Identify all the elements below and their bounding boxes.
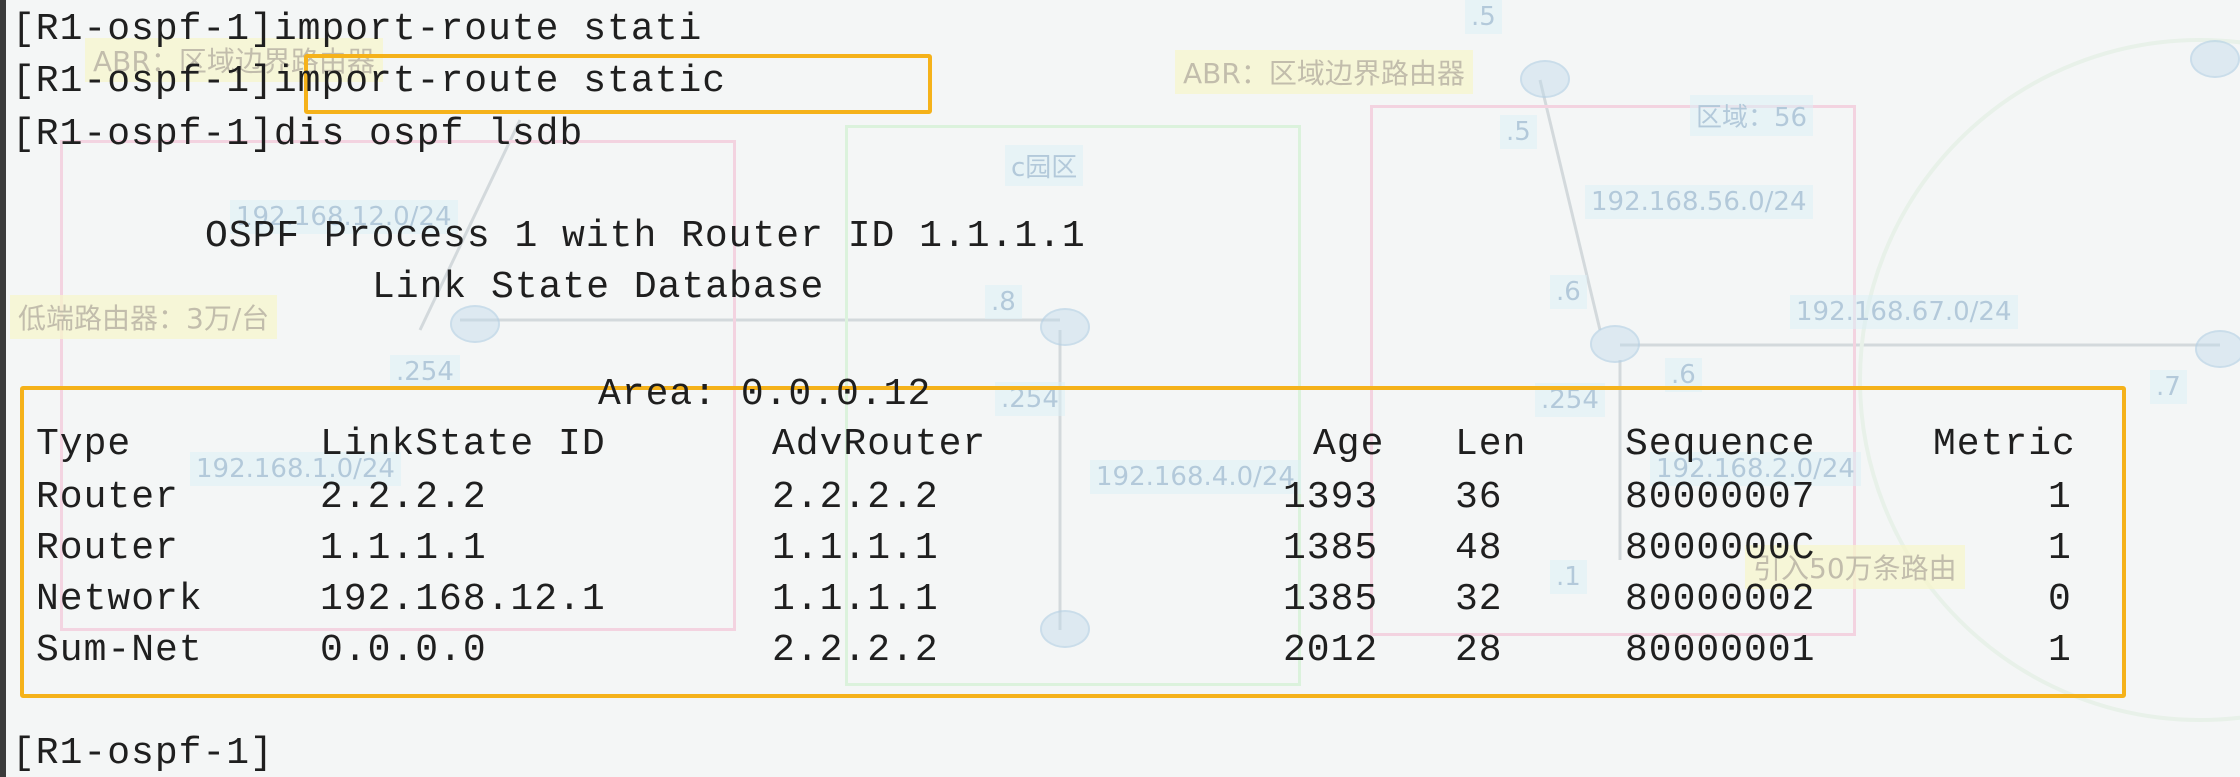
col-header-metric: Metric	[1933, 423, 2076, 466]
lsdb-cell: 192.168.12.1	[320, 578, 606, 621]
lsdb-cell: 1.1.1.1	[772, 578, 939, 621]
lsdb-cell: 32	[1455, 578, 1503, 621]
terminal-output[interactable]: [R1-ospf-1]import-route stati [R1-ospf-1…	[0, 0, 2240, 777]
col-header-sequence: Sequence	[1625, 423, 1816, 466]
lsdb-cell: 80000002	[1625, 578, 1816, 621]
col-header-age: Age	[1313, 423, 1385, 466]
ospf-process-heading: OSPF Process 1 with Router ID 1.1.1.1	[205, 215, 1086, 258]
lsdb-cell: Router	[36, 476, 179, 519]
lsdb-cell: 1385	[1283, 527, 1379, 570]
col-header-advrouter: AdvRouter	[772, 423, 987, 466]
lsdb-cell: Sum-Net	[36, 629, 203, 672]
command-line: [R1-ospf-1]import-route stati	[12, 8, 703, 51]
lsdb-cell: Network	[36, 578, 203, 621]
command-line: [R1-ospf-1]dis ospf lsdb	[12, 113, 584, 156]
lsdb-cell: 8000000C	[1625, 527, 1816, 570]
lsdb-cell: 80000007	[1625, 476, 1816, 519]
col-header-linkstate-id: LinkState ID	[320, 423, 606, 466]
lsdb-cell: 1.1.1.1	[772, 527, 939, 570]
lsdb-cell: 2.2.2.2	[320, 476, 487, 519]
area-heading: Area: 0.0.0.12	[598, 373, 932, 416]
lsdb-cell: 1	[2048, 629, 2072, 672]
lsdb-cell: 2012	[1283, 629, 1379, 672]
lsdb-cell: 80000001	[1625, 629, 1816, 672]
col-header-len: Len	[1455, 423, 1527, 466]
lsdb-heading: Link State Database	[372, 266, 825, 309]
lsdb-cell: 36	[1455, 476, 1503, 519]
lsdb-cell: 0.0.0.0	[320, 629, 487, 672]
lsdb-cell: 1393	[1283, 476, 1379, 519]
lsdb-cell: 48	[1455, 527, 1503, 570]
lsdb-cell: Router	[36, 527, 179, 570]
col-header-type: Type	[36, 423, 132, 466]
command-line: [R1-ospf-1]import-route static	[12, 60, 727, 103]
lsdb-cell: 1	[2048, 527, 2072, 570]
lsdb-cell: 0	[2048, 578, 2072, 621]
lsdb-cell: 2.2.2.2	[772, 476, 939, 519]
lsdb-cell: 1.1.1.1	[320, 527, 487, 570]
lsdb-cell: 2.2.2.2	[772, 629, 939, 672]
lsdb-cell: 1	[2048, 476, 2072, 519]
prompt-line[interactable]: [R1-ospf-1]	[12, 732, 274, 775]
lsdb-cell: 28	[1455, 629, 1503, 672]
lsdb-cell: 1385	[1283, 578, 1379, 621]
